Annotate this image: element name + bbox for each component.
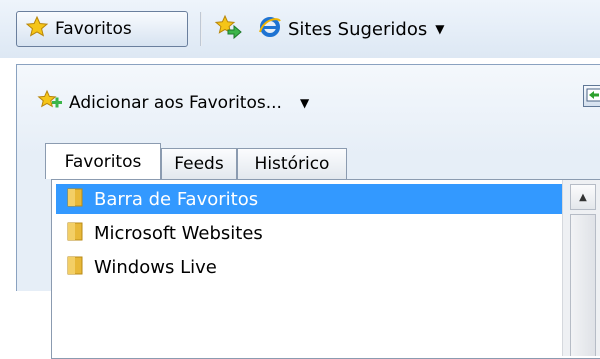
chevron-up-icon: ▲ bbox=[579, 191, 587, 203]
tab-label: Histórico bbox=[254, 154, 330, 174]
add-to-favorites-button[interactable]: Adicionar aos Favoritos... ▼ bbox=[37, 87, 309, 119]
list-item-label: Barra de Favoritos bbox=[94, 188, 259, 210]
pin-panel-button[interactable] bbox=[583, 85, 600, 107]
tab-label: Feeds bbox=[174, 154, 224, 174]
favorites-bar: Favoritos Sites Sugeridos ▼ bbox=[0, 0, 600, 58]
add-to-favorites-label: Adicionar aos Favoritos... bbox=[69, 93, 282, 113]
scrollbar-thumb[interactable] bbox=[570, 214, 596, 356]
list-item-barra-de-favoritos[interactable]: Barra de Favoritos bbox=[56, 184, 562, 214]
suggested-sites-label: Sites Sugeridos bbox=[288, 18, 428, 40]
folder-icon bbox=[66, 186, 86, 213]
list-item-label: Windows Live bbox=[94, 256, 217, 278]
toolbar-separator bbox=[200, 12, 202, 46]
tab-label: Favoritos bbox=[64, 151, 142, 172]
add-to-favorites-bar-button[interactable] bbox=[209, 13, 245, 45]
list-scrollbar[interactable]: ▲ bbox=[562, 180, 600, 356]
ie-icon bbox=[258, 15, 282, 43]
star-icon bbox=[25, 15, 49, 43]
favorites-button-label: Favoritos bbox=[55, 19, 132, 39]
favorites-list: Barra de Favoritos Microsoft Websites Wi… bbox=[51, 179, 600, 359]
list-item-microsoft-websites[interactable]: Microsoft Websites bbox=[56, 218, 562, 248]
favorites-button[interactable]: Favoritos bbox=[16, 11, 188, 47]
list-item-label: Microsoft Websites bbox=[94, 222, 263, 244]
tab-historico[interactable]: Histórico bbox=[237, 148, 347, 179]
list-item-windows-live[interactable]: Windows Live bbox=[56, 252, 562, 282]
folder-icon bbox=[66, 254, 86, 281]
pin-arrow-icon bbox=[586, 87, 600, 106]
tab-favoritos[interactable]: Favoritos bbox=[45, 143, 161, 179]
chevron-down-icon: ▼ bbox=[435, 22, 445, 36]
add-favorite-icon bbox=[37, 89, 63, 117]
tab-feeds[interactable]: Feeds bbox=[161, 148, 237, 179]
chevron-down-icon[interactable]: ▼ bbox=[300, 96, 309, 110]
add-to-bar-icon bbox=[212, 13, 242, 45]
scroll-up-button[interactable]: ▲ bbox=[570, 184, 596, 210]
favorites-center-panel: Adicionar aos Favoritos... ▼ Favoritos F… bbox=[16, 64, 600, 359]
folder-icon bbox=[66, 220, 86, 247]
suggested-sites-button[interactable]: Sites Sugeridos ▼ bbox=[258, 12, 444, 46]
